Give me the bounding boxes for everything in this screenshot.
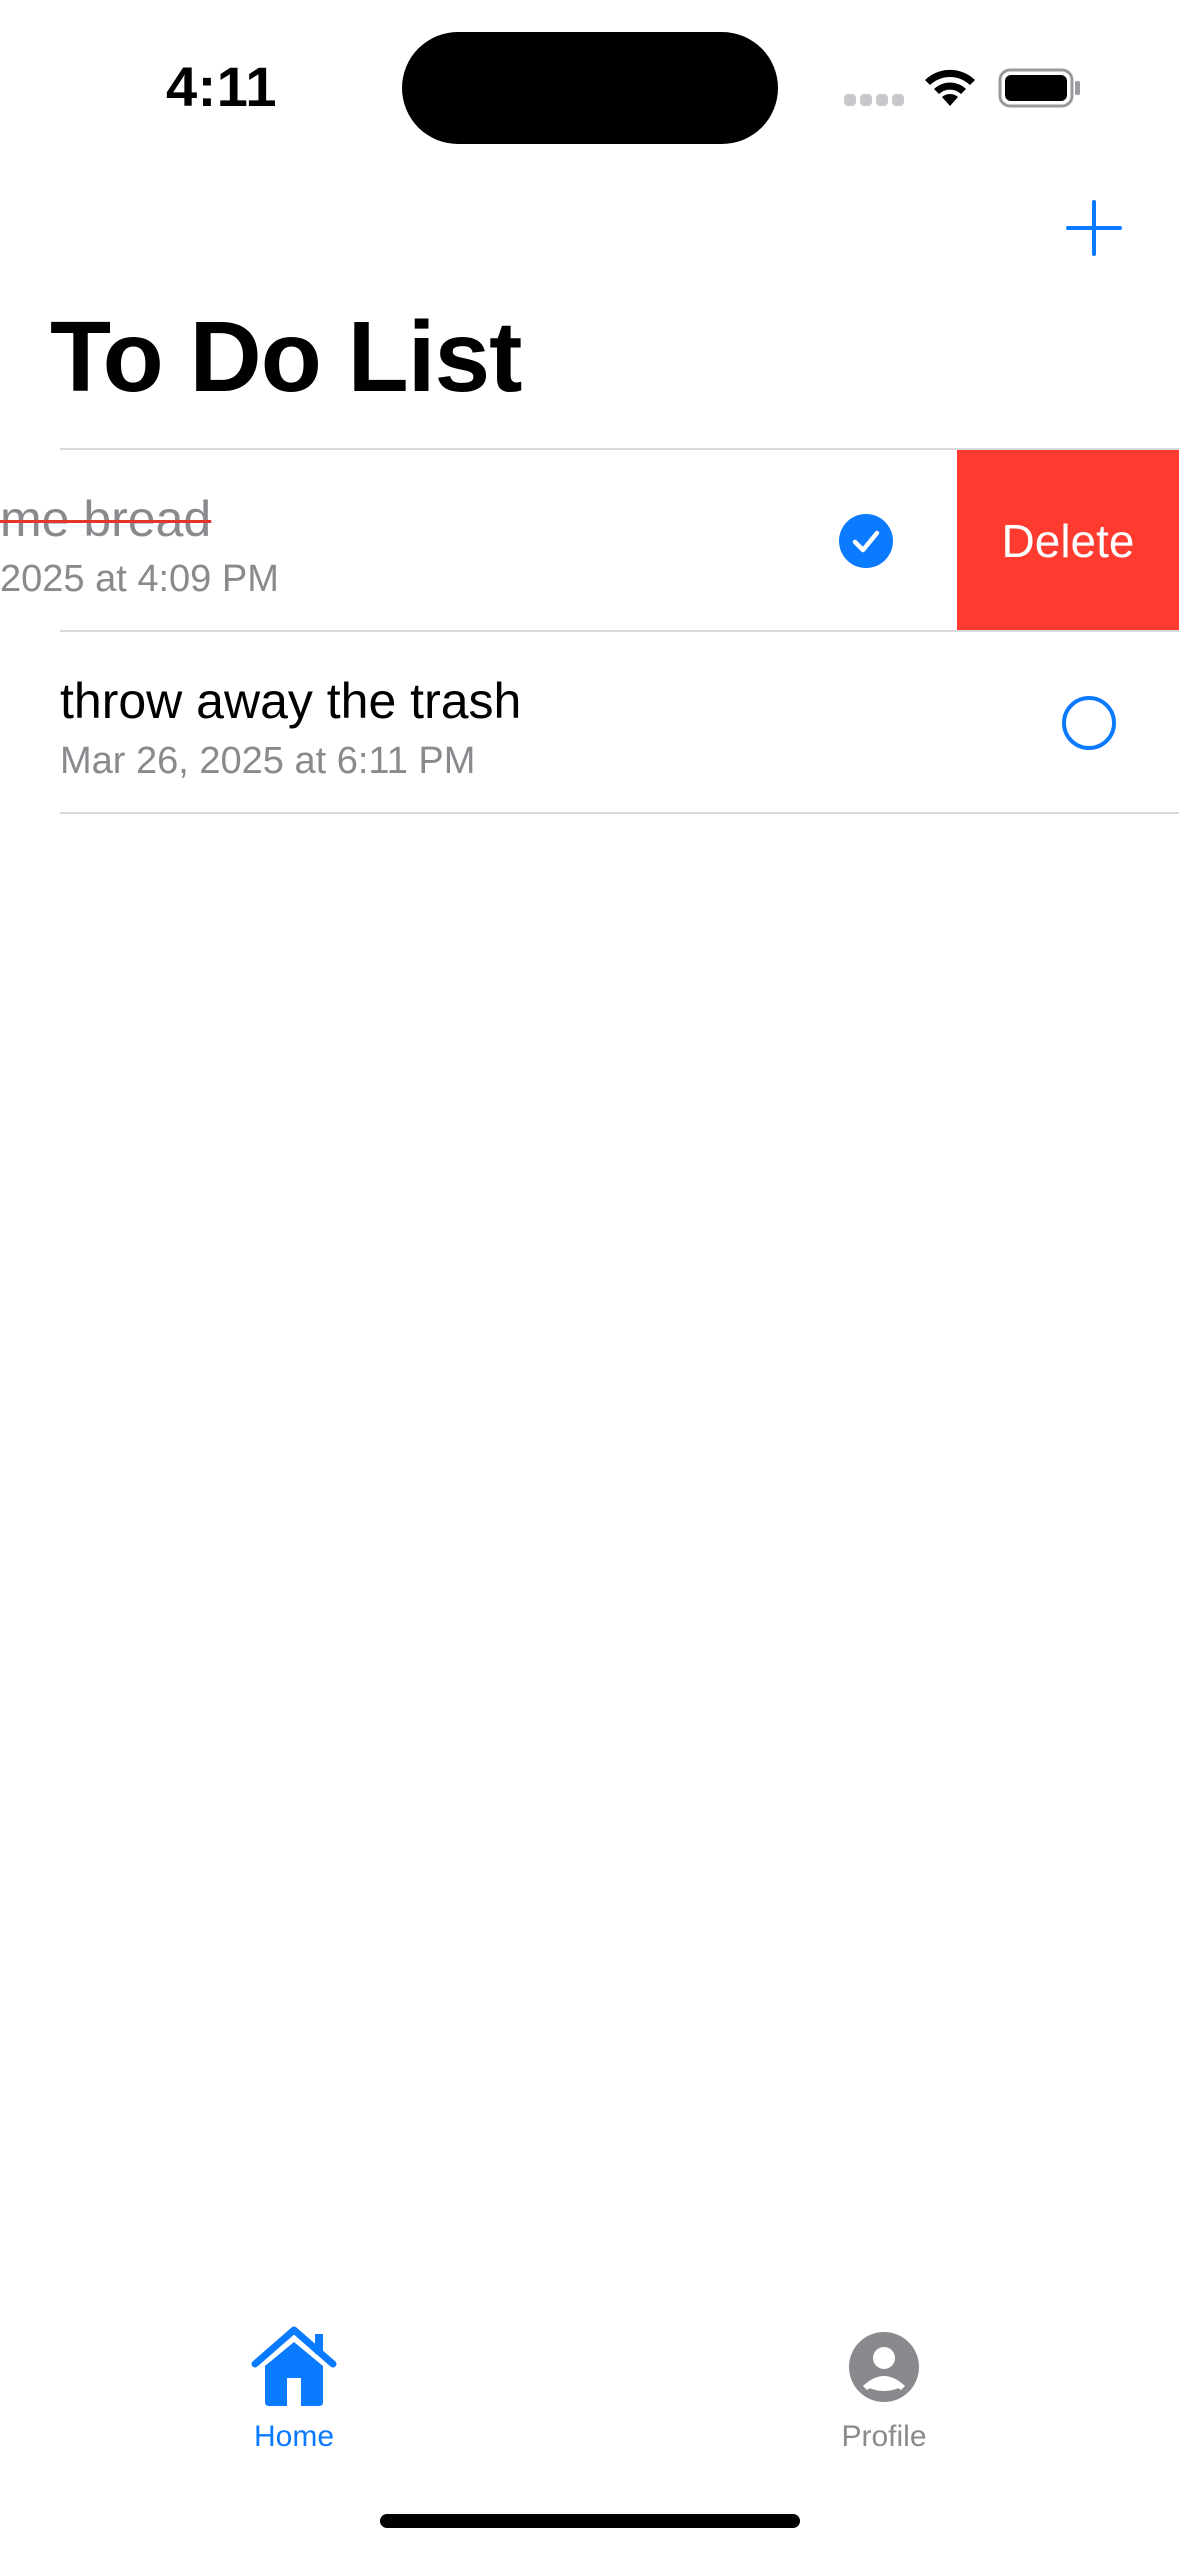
tab-label: Profile	[841, 2420, 927, 2453]
task-row[interactable]: throw away the trash Mar 26, 2025 at 6:1…	[0, 632, 1179, 814]
add-task-button[interactable]	[1064, 198, 1124, 258]
status-bar: 4:11	[0, 0, 1179, 170]
dynamic-island	[402, 32, 778, 144]
task-date: Mar 26, 2025 at 6:11 PM	[60, 740, 476, 782]
tab-label: Home	[253, 2420, 335, 2453]
person-circle-icon	[849, 2332, 919, 2402]
status-time: 4:11	[166, 55, 277, 118]
cellular-signal-icon	[844, 94, 906, 108]
home-indicator[interactable]	[380, 2514, 800, 2528]
checked-circle-icon[interactable]	[839, 514, 893, 568]
task-title: throw away the trash	[60, 673, 522, 729]
task-date: 2025 at 4:09 PM	[0, 558, 279, 600]
task-row-content[interactable]: me bread 2025 at 4:09 PM	[0, 450, 948, 632]
tab-profile[interactable]: Profile	[764, 2300, 1004, 2460]
tab-bar: Home Profile	[0, 2300, 1179, 2500]
house-icon	[251, 2326, 337, 2406]
empty-circle-icon[interactable]	[1062, 696, 1116, 750]
delete-button[interactable]: Delete	[957, 450, 1179, 632]
task-title: me bread	[0, 491, 212, 547]
task-row[interactable]: me bread 2025 at 4:09 PM Delete	[0, 450, 1179, 632]
list-separator	[60, 812, 1179, 814]
task-row-content[interactable]: throw away the trash Mar 26, 2025 at 6:1…	[60, 632, 960, 814]
page-title: To Do List	[50, 301, 522, 413]
wifi-icon	[925, 69, 975, 106]
battery-icon	[998, 68, 1080, 108]
tab-home[interactable]: Home	[174, 2300, 414, 2460]
